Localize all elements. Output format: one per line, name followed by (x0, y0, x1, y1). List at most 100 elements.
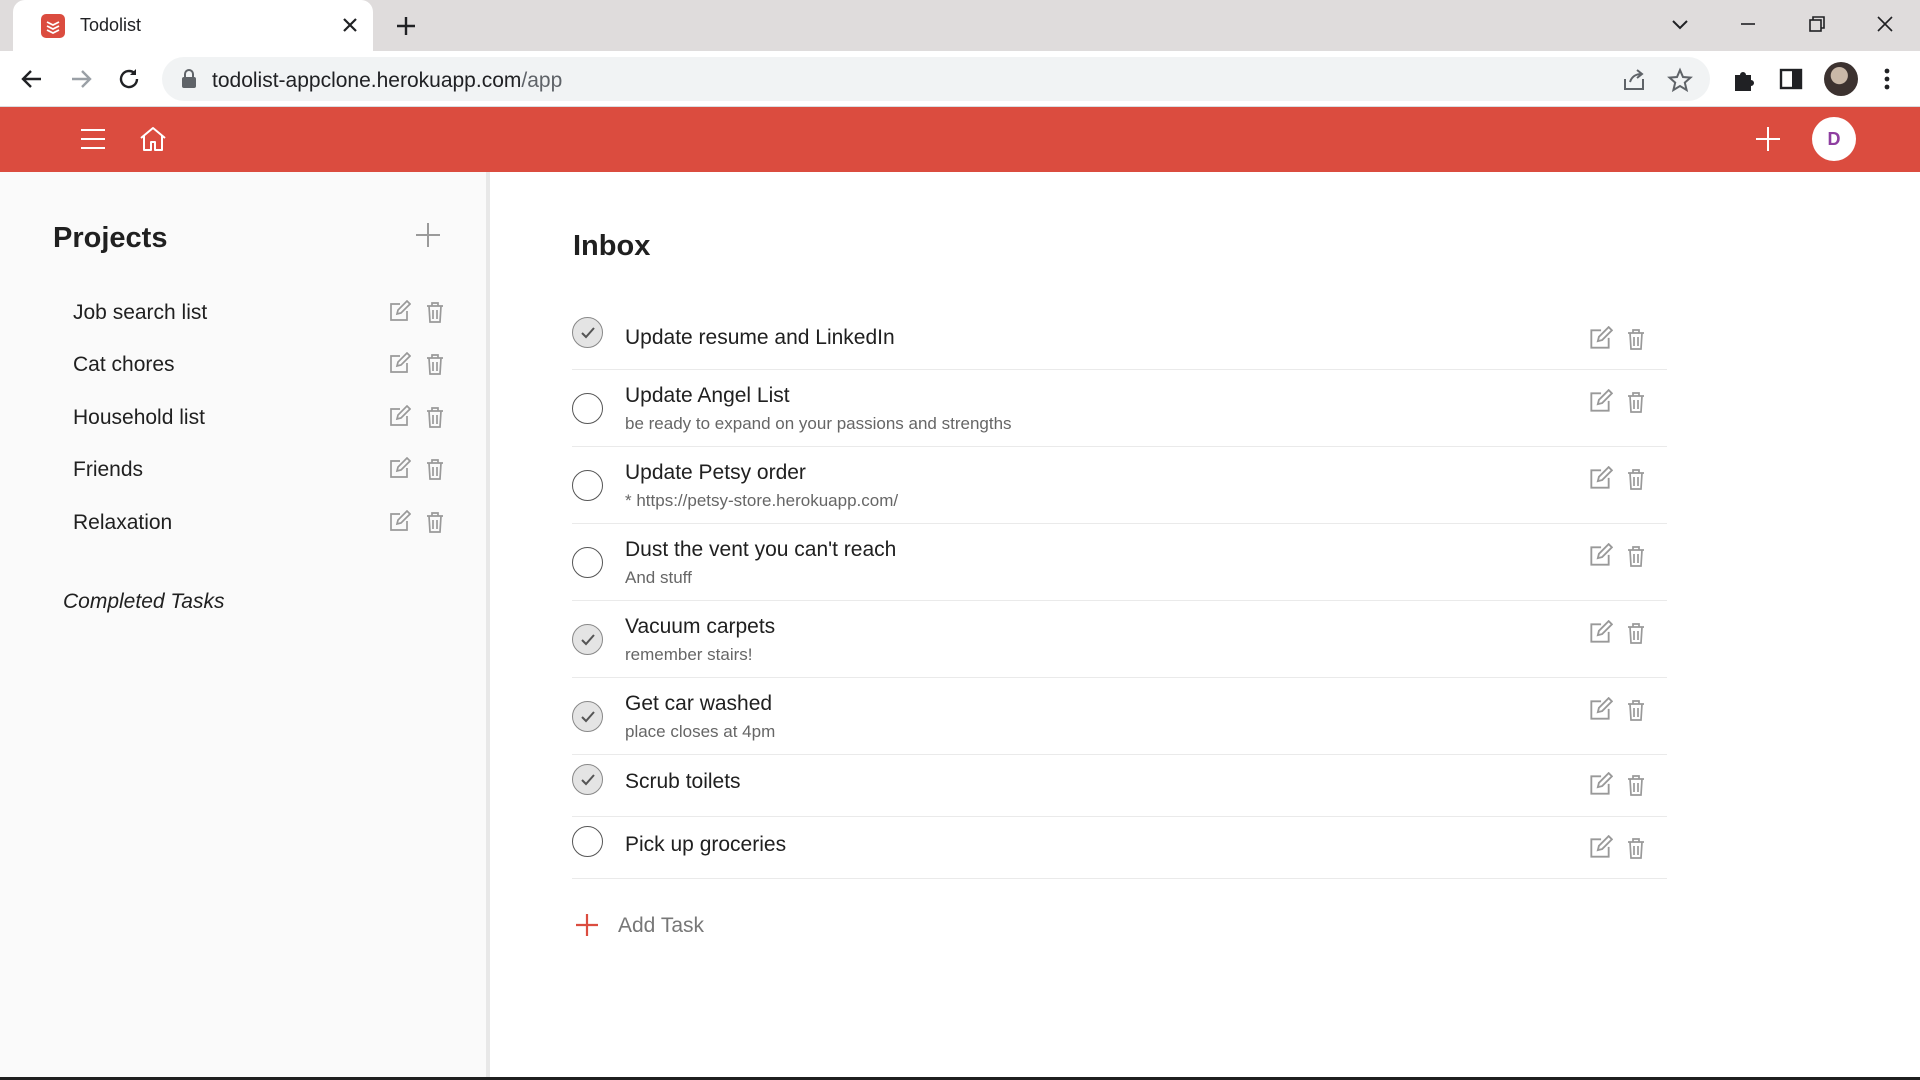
task-row[interactable]: Pick up groceries (572, 817, 1667, 879)
edit-icon[interactable] (387, 404, 412, 429)
edit-icon[interactable] (387, 299, 412, 324)
task-description: * https://petsy-store.herokuapp.com/ (625, 491, 899, 510)
close-tab-icon[interactable] (338, 13, 362, 37)
url-path: /app (521, 69, 563, 92)
extensions-puzzle-icon[interactable] (1729, 64, 1759, 94)
task-complete-checkbox[interactable] (572, 701, 603, 732)
bookmark-star-icon[interactable] (1667, 67, 1693, 93)
url-host: todolist-appclone.herokuapp.com (212, 69, 522, 92)
task-complete-checkbox[interactable] (572, 470, 603, 501)
task-row[interactable]: Vacuum carpets remember stairs! (572, 601, 1667, 678)
trash-icon[interactable] (423, 405, 447, 429)
project-item[interactable]: Relaxation (73, 506, 453, 542)
edit-icon[interactable] (1587, 542, 1614, 569)
close-window-icon[interactable] (1870, 9, 1900, 39)
project-label[interactable]: Cat chores (73, 353, 175, 377)
edit-icon[interactable] (387, 351, 412, 376)
edit-icon[interactable] (1587, 696, 1614, 723)
app-header: D (0, 107, 1920, 172)
project-item[interactable]: Cat chores (73, 348, 453, 384)
forward-arrow-icon[interactable] (67, 65, 95, 93)
task-complete-checkbox[interactable] (572, 624, 603, 655)
reload-icon[interactable] (115, 65, 143, 93)
trash-icon[interactable] (423, 300, 447, 324)
edit-icon[interactable] (387, 509, 412, 534)
side-panel-icon[interactable] (1776, 64, 1806, 94)
task-complete-checkbox[interactable] (572, 393, 603, 424)
trash-icon[interactable] (1624, 389, 1648, 415)
edit-icon[interactable] (1587, 619, 1614, 646)
add-project-plus-icon[interactable] (413, 220, 443, 250)
main-content: Inbox Update resume and LinkedIn Update … (494, 172, 1920, 1080)
task-complete-checkbox[interactable] (572, 826, 603, 857)
plus-icon (574, 912, 600, 938)
lock-icon[interactable] (180, 69, 198, 89)
completed-tasks-link[interactable]: Completed Tasks (63, 590, 224, 614)
trash-icon[interactable] (423, 352, 447, 376)
todolist-favicon-icon (41, 14, 65, 38)
trash-icon[interactable] (1624, 835, 1648, 861)
tab-search-chevron-icon[interactable] (1665, 9, 1695, 39)
restore-icon[interactable] (1802, 9, 1832, 39)
task-name[interactable]: Vacuum carpets (625, 615, 775, 639)
task-name[interactable]: Get car washed (625, 692, 772, 716)
task-description: remember stairs! (625, 645, 753, 664)
add-task-button[interactable]: Add Task (574, 908, 734, 944)
project-label[interactable]: Friends (73, 458, 143, 482)
edit-icon[interactable] (1587, 325, 1614, 352)
browser-profile-avatar[interactable] (1824, 62, 1858, 96)
task-name[interactable]: Pick up groceries (625, 833, 786, 857)
task-complete-checkbox[interactable] (572, 764, 603, 795)
project-item[interactable]: Friends (73, 453, 453, 489)
project-item[interactable]: Household list (73, 401, 453, 437)
browser-toolbar: todolist-appclone.herokuapp.com/app (0, 51, 1920, 107)
edit-icon[interactable] (387, 456, 412, 481)
browser-menu-icon[interactable] (1872, 64, 1902, 94)
back-arrow-icon[interactable] (18, 65, 46, 93)
task-name[interactable]: Update Angel List (625, 384, 790, 408)
task-name[interactable]: Update Petsy order (625, 461, 806, 485)
task-complete-checkbox[interactable] (572, 317, 603, 348)
projects-heading: Projects (53, 222, 168, 254)
home-icon[interactable] (137, 123, 169, 155)
page-title: Inbox (573, 230, 651, 262)
edit-icon[interactable] (1587, 465, 1614, 492)
task-row[interactable]: Get car washed place closes at 4pm (572, 678, 1667, 755)
trash-icon[interactable] (1624, 326, 1648, 352)
task-row[interactable]: Scrub toilets (572, 755, 1667, 817)
quick-add-plus-icon[interactable] (1752, 123, 1784, 155)
task-row[interactable]: Dust the vent you can't reach And stuff (572, 524, 1667, 601)
edit-icon[interactable] (1587, 388, 1614, 415)
task-row[interactable]: Update Angel List be ready to expand on … (572, 370, 1667, 447)
project-label[interactable]: Household list (73, 406, 205, 430)
trash-icon[interactable] (1624, 620, 1648, 646)
tab-title: Todolist (80, 15, 142, 35)
task-name[interactable]: Update resume and LinkedIn (625, 326, 895, 350)
trash-icon[interactable] (1624, 466, 1648, 492)
url-text[interactable]: todolist-appclone.herokuapp.com/app (212, 69, 562, 93)
trash-icon[interactable] (1624, 697, 1648, 723)
trash-icon[interactable] (423, 510, 447, 534)
address-bar[interactable]: todolist-appclone.herokuapp.com/app (162, 57, 1710, 101)
hamburger-menu-icon[interactable] (77, 123, 109, 155)
edit-icon[interactable] (1587, 834, 1614, 861)
trash-icon[interactable] (1624, 772, 1648, 798)
browser-tab[interactable]: Todolist (13, 0, 373, 51)
task-row[interactable]: Update resume and LinkedIn (572, 302, 1667, 370)
task-name[interactable]: Scrub toilets (625, 770, 741, 794)
trash-icon[interactable] (1624, 543, 1648, 569)
sidebar: Projects Job search list Cat chores Hous… (0, 172, 490, 1080)
trash-icon[interactable] (423, 457, 447, 481)
edit-icon[interactable] (1587, 771, 1614, 798)
project-item[interactable]: Job search list (73, 296, 453, 332)
task-row[interactable]: Update Petsy order * https://petsy-store… (572, 447, 1667, 524)
share-icon[interactable] (1621, 67, 1647, 93)
user-avatar[interactable]: D (1812, 117, 1856, 161)
minimize-icon[interactable] (1733, 9, 1763, 39)
task-name[interactable]: Dust the vent you can't reach (625, 538, 896, 562)
project-label[interactable]: Job search list (73, 301, 207, 325)
new-tab-icon[interactable] (393, 13, 419, 39)
project-label[interactable]: Relaxation (73, 511, 172, 535)
add-task-label: Add Task (618, 914, 704, 937)
task-complete-checkbox[interactable] (572, 547, 603, 578)
